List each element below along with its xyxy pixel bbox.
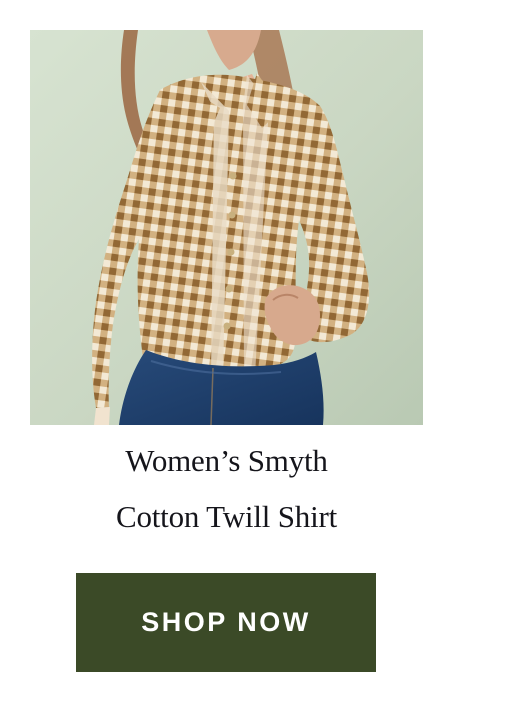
shop-now-button[interactable]: SHOP NOW	[76, 573, 376, 672]
product-title: Women’s Smyth Cotton Twill Shirt	[0, 445, 453, 532]
product-title-line-1: Women’s Smyth	[125, 443, 328, 478]
product-title-line-2: Cotton Twill Shirt	[115, 499, 338, 534]
product-card: Women’s Smyth Cotton Twill Shirt SHOP NO…	[0, 0, 529, 722]
product-image[interactable]	[30, 30, 423, 425]
product-photo-illustration	[30, 30, 423, 425]
